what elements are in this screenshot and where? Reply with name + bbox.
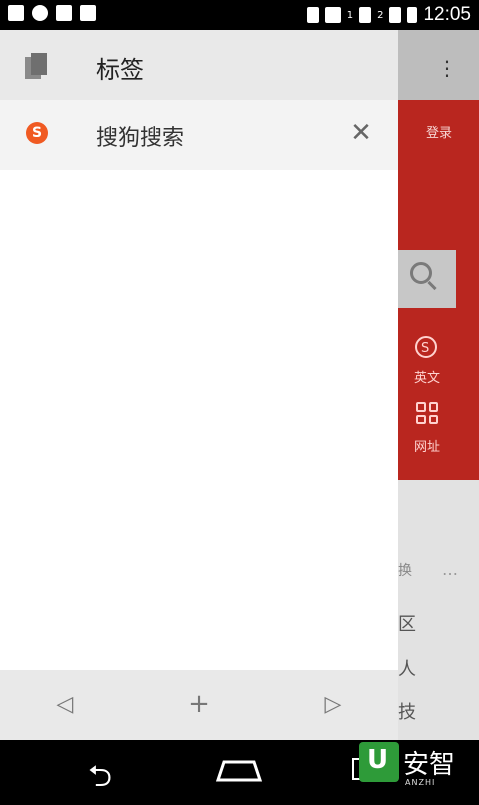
- back-icon[interactable]: ⮌: [88, 754, 112, 805]
- watermark-text: 安智: [403, 750, 456, 780]
- system-icons: 1 2 12:05: [306, 4, 471, 26]
- partial-text: 技: [398, 702, 416, 723]
- drawer-title: 标签: [96, 56, 144, 84]
- close-tab-icon[interactable]: ✕: [348, 120, 374, 146]
- partial-text: 人: [398, 659, 416, 680]
- background-page: ⋮ 登录 S 英文 网址 换 … 区 人 技: [398, 30, 479, 740]
- image-notification-icon: [8, 5, 24, 21]
- background-search-button[interactable]: [398, 250, 456, 308]
- partial-text: 换: [398, 563, 412, 579]
- tools-icon: [56, 5, 72, 21]
- grid-icon[interactable]: [416, 402, 438, 424]
- svg-text:S: S: [421, 341, 429, 356]
- back-arrow-icon[interactable]: ◁: [50, 692, 80, 717]
- barcode-icon: [80, 5, 96, 21]
- tab-item[interactable]: S 搜狗搜索 ✕: [0, 100, 398, 170]
- sim1-label: 1: [346, 9, 354, 21]
- mute-icon: [306, 7, 319, 23]
- clock: 12:05: [423, 4, 471, 25]
- background-header: 登录 S 英文 网址: [398, 100, 479, 480]
- search-icon: [410, 262, 432, 284]
- home-icon[interactable]: [214, 758, 264, 782]
- notification-icons: [8, 5, 96, 21]
- more-menu-icon[interactable]: ⋮: [437, 56, 457, 80]
- drawer-footer: ◁ + ▷: [0, 670, 398, 740]
- more-dots-icon[interactable]: …: [442, 560, 458, 579]
- drawer-header: 标签: [0, 30, 398, 100]
- background-toolbar: ⋮: [398, 30, 479, 100]
- watermark-subtext: ANZHI: [405, 778, 436, 787]
- sim2-label: 2: [377, 9, 384, 21]
- motorola-icon: [32, 5, 48, 21]
- background-content: 换 … 区 人 技: [398, 480, 479, 740]
- sim2-signal-icon: [389, 7, 402, 23]
- anzhi-logo: U: [359, 742, 399, 782]
- sim1-signal-icon: [359, 7, 372, 23]
- web-label[interactable]: 网址: [414, 436, 440, 455]
- battery-icon: [407, 7, 418, 23]
- sogou-favicon-icon: S: [26, 122, 48, 144]
- wifi-icon: [324, 7, 341, 23]
- english-label[interactable]: 英文: [414, 367, 440, 386]
- tabs-icon: [25, 53, 49, 81]
- anzhi-watermark: U 安智 ANZHI: [359, 742, 479, 798]
- status-bar: 1 2 12:05: [0, 0, 479, 30]
- login-link[interactable]: 登录: [426, 122, 452, 141]
- new-tab-icon[interactable]: +: [184, 689, 214, 719]
- tabs-drawer: 标签 S 搜狗搜索 ✕ ◁ + ▷: [0, 30, 398, 740]
- partial-text: 区: [398, 614, 416, 635]
- tab-title[interactable]: 搜狗搜索: [96, 120, 184, 152]
- sogou-english-icon[interactable]: S: [412, 335, 442, 359]
- forward-arrow-icon[interactable]: ▷: [318, 692, 348, 717]
